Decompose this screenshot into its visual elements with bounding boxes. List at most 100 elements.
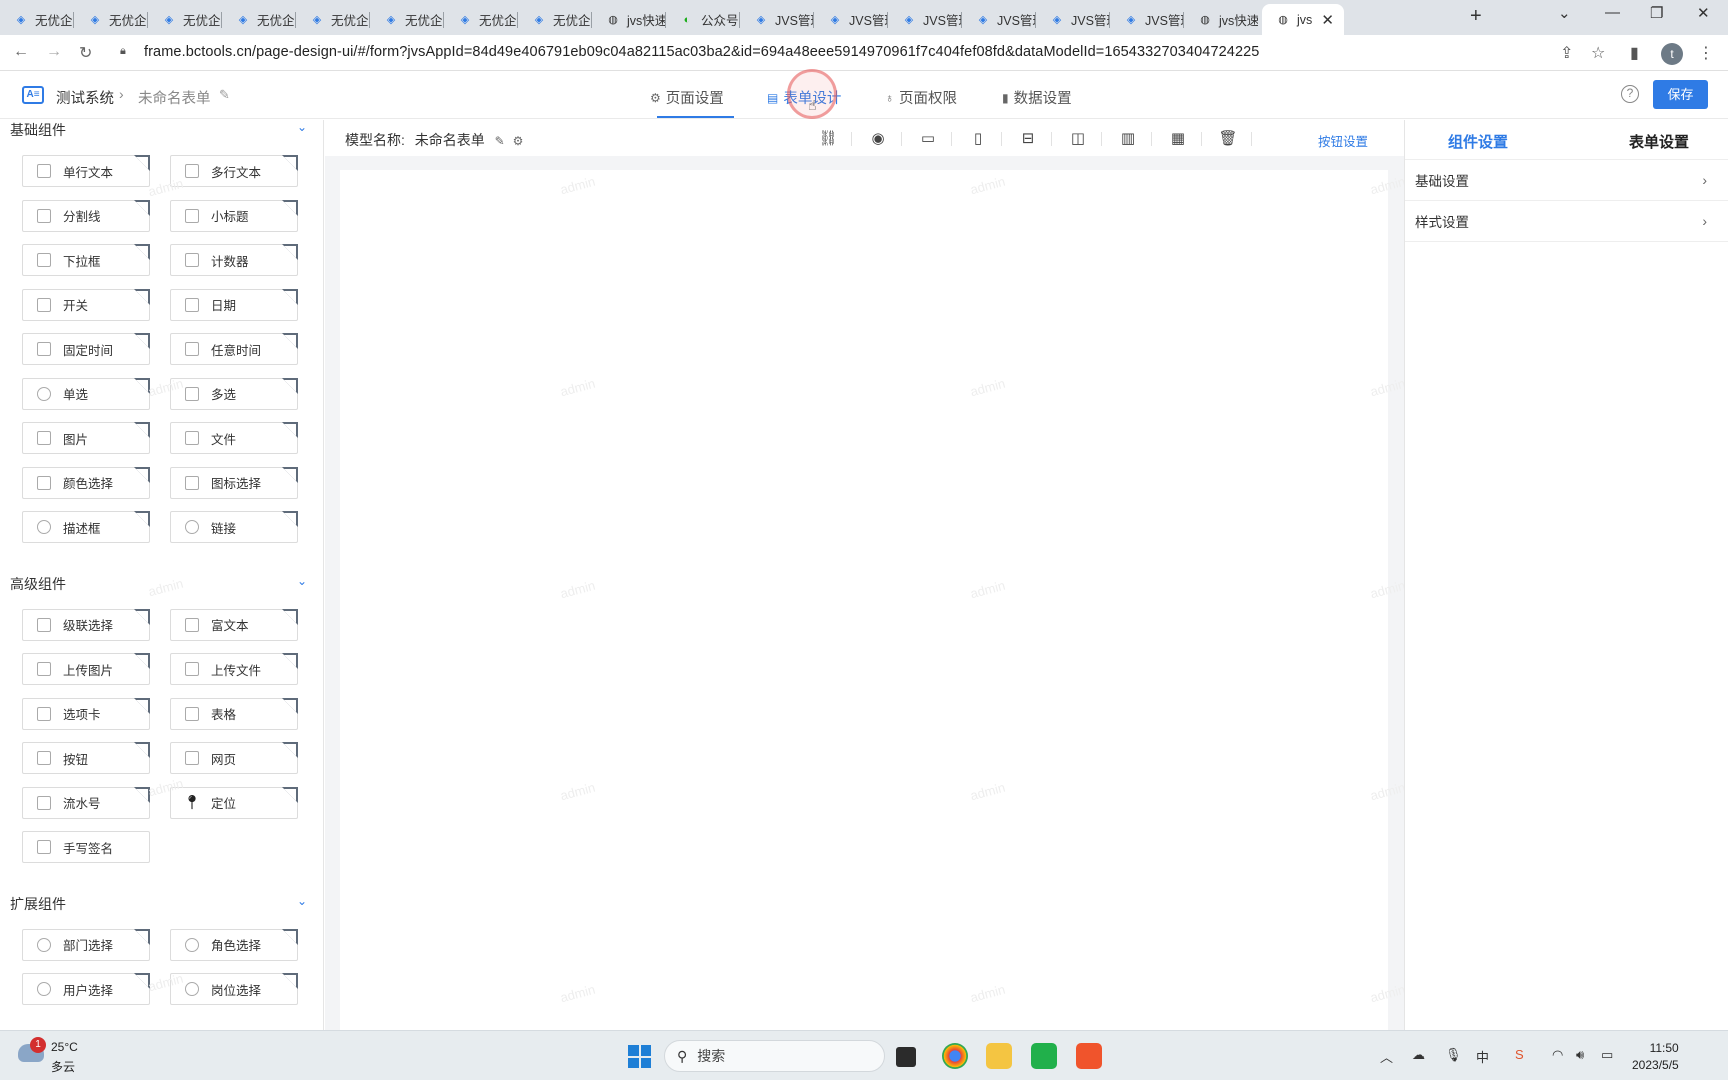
browser-tab[interactable]: ◈JVS管理 [740,4,814,35]
basic-settings-item[interactable]: 基础设置 › [1405,160,1728,201]
browser-tab[interactable]: ◍ jvs快速 [1184,4,1258,35]
bookmark-star-icon[interactable]: ☆ [1591,43,1605,63]
component-item[interactable]: 链接 [170,511,298,543]
tab-search-icon[interactable]: ⌄ [1558,4,1571,22]
component-item[interactable]: 开关 [22,288,150,321]
two-column-icon[interactable]: ◫ [1068,128,1088,148]
app-icon-green[interactable] [1031,1043,1057,1069]
sogou-ime-icon[interactable]: S [1515,1047,1524,1062]
pc-layout-icon[interactable]: ▭ [918,128,938,148]
component-item[interactable]: 按钮 [22,742,150,774]
mobile-layout-icon[interactable]: ▯ [968,128,988,148]
browser-tab[interactable]: ◈JVS管理 [814,4,888,35]
style-settings-item[interactable]: 样式设置 › [1405,201,1728,242]
lock-icon[interactable]: 🔒︎ [120,45,126,58]
button-settings-link[interactable]: 按钮设置 [1318,131,1368,150]
browser-tab[interactable]: ◐ 公众号 [666,4,740,35]
back-icon[interactable]: ← [13,43,29,61]
component-item[interactable]: 选项卡 [22,697,150,730]
component-item[interactable]: 描述框 [22,511,150,543]
component-item[interactable]: 多选 [170,377,298,410]
browser-tab[interactable]: ◈ 无优企 [222,4,296,35]
browser-tab[interactable]: ◈ 无优企 [518,4,592,35]
maximize-button[interactable]: ❐ [1650,4,1663,22]
clock[interactable]: 11:50 2023/5/5 [1632,1040,1679,1074]
windows-start-icon[interactable] [628,1045,651,1068]
browser-tab[interactable]: ◈ 无优企 [296,4,370,35]
one-column-icon[interactable]: ⊟ [1018,128,1038,148]
component-item[interactable]: 固定时间 [22,333,150,365]
component-item[interactable]: 岗位选择 [170,973,298,1005]
tab-form-settings[interactable]: 表单设置 [1629,131,1689,152]
component-item[interactable]: 单行文本 [22,155,150,187]
tab-data-settings[interactable]: ▮ 数据设置 [1002,87,1072,108]
model-settings-icon[interactable]: ⚙ [513,134,524,148]
component-item[interactable]: 富文本 [170,608,298,641]
ime-indicator[interactable]: 中 [1476,1047,1489,1066]
taskbar-search[interactable]: ⚲ 搜索 [664,1040,885,1072]
component-item[interactable]: 下拉框 [22,244,150,276]
component-item[interactable]: 上传图片 [22,653,150,685]
chrome-icon[interactable] [942,1043,968,1069]
browser-tab[interactable]: ◈JVS管理 [888,4,962,35]
wifi-icon[interactable]: ◠ [1552,1047,1563,1063]
component-item[interactable]: 计数器 [170,244,298,276]
file-explorer-icon[interactable] [986,1043,1012,1069]
browser-tab[interactable]: ◈ 无优企 [148,4,222,35]
component-item[interactable]: 部门选择 [22,928,150,961]
volume-icon[interactable]: 🔊︎ [1576,1047,1584,1063]
reload-icon[interactable]: ↻ [79,43,92,63]
component-item[interactable]: 日期 [170,288,298,321]
component-item[interactable]: 手写签名 [22,831,150,863]
chevron-down-icon[interactable]: ⌄ [297,574,307,588]
help-icon[interactable]: ? [1621,85,1639,103]
app-icon-orange[interactable] [1076,1043,1102,1069]
browser-tab[interactable]: ◍ jvs ✕ [1262,4,1344,35]
three-column-icon[interactable]: ▥ [1118,128,1138,148]
trash-icon[interactable]: 🗑︎ [1218,128,1238,148]
chevron-down-icon[interactable]: ⌄ [297,120,307,134]
component-item[interactable]: 流水号 [22,786,150,819]
browser-tab[interactable]: ◍ jvs快速 [592,4,666,35]
preview-eye-icon[interactable]: ◉ [868,128,888,148]
component-item[interactable]: 网页 [170,742,298,774]
component-item[interactable]: 任意时间 [170,333,298,365]
component-item[interactable]: 分割线 [22,199,150,232]
tab-form-design[interactable]: ▤ 表单设计 [767,87,841,108]
share-icon[interactable]: ⇪ [1560,43,1573,63]
component-item[interactable]: 图片 [22,422,150,454]
four-column-icon[interactable]: ▦ [1168,128,1188,148]
close-window-button[interactable]: ✕ [1697,4,1710,22]
task-view-icon[interactable] [896,1047,916,1067]
close-tab-icon[interactable]: ✕ [1321,11,1334,29]
component-item[interactable]: 文件 [170,422,298,454]
profile-avatar[interactable]: t [1661,43,1683,65]
edit-model-icon[interactable]: ✎ [495,134,505,148]
tab-page-permissions[interactable]: ♁ 页面权限 [885,87,957,108]
side-panel-icon[interactable]: ▮ [1630,43,1639,63]
browser-tab[interactable]: ◈ 无优企 [74,4,148,35]
tab-component-settings[interactable]: 组件设置 [1448,131,1508,152]
component-item[interactable]: 多行文本 [170,155,298,187]
component-item[interactable]: 用户选择 [22,973,150,1005]
component-item[interactable]: 单选 [22,377,150,410]
new-tab-button[interactable]: + [1470,5,1482,28]
onedrive-icon[interactable]: ☁ [1412,1047,1425,1063]
save-button[interactable]: 保存 [1653,80,1708,109]
url-field[interactable]: frame.bctools.cn/page-design-ui/#/form?j… [144,44,1259,60]
component-item[interactable]: 上传文件 [170,653,298,685]
tray-expand-icon[interactable]: ︿ [1380,1047,1393,1066]
component-item[interactable]: 📍︎ 定位 [170,786,298,819]
browser-tab[interactable]: ◈JVS管理 [1036,4,1110,35]
minimize-button[interactable]: — [1605,4,1620,21]
component-item[interactable]: 角色选择 [170,928,298,961]
breadcrumb-app[interactable]: 测试系统 [56,87,114,108]
component-item[interactable]: 图标选择 [170,466,298,499]
browser-tab[interactable]: ◈JVS管理 [1110,4,1184,35]
browser-tab[interactable]: ◈ 无优企 [444,4,518,35]
microphone-icon[interactable]: 🎙︎ [1445,1047,1462,1063]
component-item[interactable]: 小标题 [170,199,298,232]
browser-tab[interactable]: ◈JVS管理 [962,4,1036,35]
browser-tab[interactable]: ◈ 无优企 [0,4,74,35]
browser-tab[interactable]: ◈ 无优企 [370,4,444,35]
